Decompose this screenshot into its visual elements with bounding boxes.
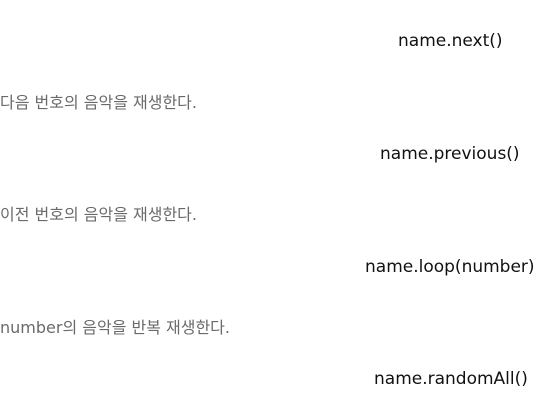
description-previous: 이전 번호의 음악을 재생한다.	[0, 205, 197, 224]
method-next: name.next()	[398, 31, 503, 51]
method-loop: name.loop(number)	[365, 257, 535, 277]
method-previous: name.previous()	[380, 144, 520, 164]
method-random-all: name.randomAll()	[374, 369, 528, 389]
description-next: 다음 번호의 음악을 재생한다.	[0, 93, 197, 112]
description-loop: number의 음악을 반복 재생한다.	[0, 318, 230, 337]
